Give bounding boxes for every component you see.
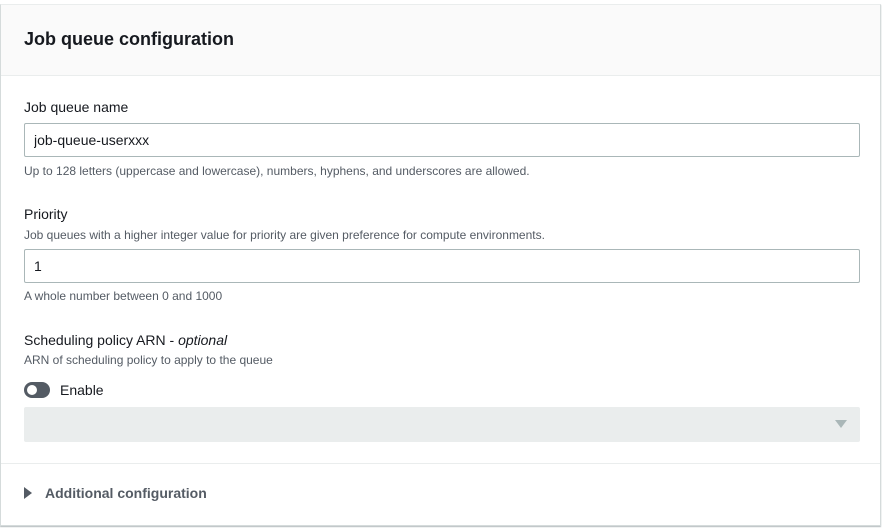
optional-label: optional [178, 332, 228, 348]
panel-header: Job queue configuration [1, 5, 880, 76]
enable-toggle-label[interactable]: Enable [60, 382, 104, 398]
scheduling-policy-select [24, 407, 860, 442]
priority-label: Priority [24, 206, 68, 222]
caret-right-icon [24, 487, 32, 499]
enable-toggle-row[interactable]: Enable [24, 380, 104, 400]
priority-input[interactable] [24, 249, 860, 283]
priority-constraint: A whole number between 0 and 1000 [24, 289, 223, 303]
scheduling-policy-label-text: Scheduling policy ARN - [24, 332, 179, 348]
caret-down-icon [835, 420, 847, 428]
job-queue-name-label: Job queue name [24, 99, 129, 115]
job-queue-name-input[interactable] [24, 123, 860, 157]
panel-title: Job queue configuration [24, 29, 234, 49]
additional-configuration-label[interactable]: Additional configuration [45, 485, 207, 501]
scheduling-policy-description: ARN of scheduling policy to apply to the… [24, 353, 273, 367]
toggle-switch-icon[interactable] [24, 382, 50, 398]
priority-description: Job queues with a higher integer value f… [24, 228, 545, 242]
section-divider [1, 463, 880, 464]
additional-configuration-expander[interactable]: Additional configuration [24, 485, 207, 501]
job-queue-configuration-panel: Job queue configuration Job queue name U… [0, 4, 881, 526]
toggle-knob [27, 385, 37, 395]
scheduling-policy-label: Scheduling policy ARN - optional [24, 330, 227, 350]
job-queue-name-constraint: Up to 128 letters (uppercase and lowerca… [24, 164, 530, 178]
